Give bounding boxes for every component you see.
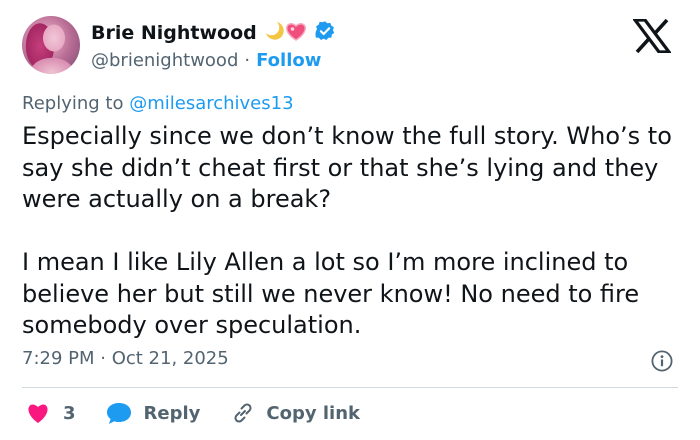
tweet-timestamp[interactable]: 7:29 PM · Oct 21, 2025: [22, 348, 229, 369]
heart-icon: [285, 23, 306, 41]
tweet-text: Especially since we don’t know the full …: [22, 122, 672, 339]
divider: [22, 387, 678, 388]
author-name[interactable]: Brie Nightwood: [91, 22, 257, 44]
replying-prefix: Replying to: [22, 93, 130, 114]
info-icon[interactable]: [651, 350, 673, 372]
moon-icon: [265, 22, 284, 40]
reply-label: Reply: [143, 402, 201, 424]
link-icon: [234, 403, 252, 423]
avatar[interactable]: [22, 16, 80, 74]
like-count: 3: [63, 402, 76, 424]
reply-mention-link[interactable]: @milesarchives13: [129, 93, 293, 114]
like-button[interactable]: 3: [26, 402, 76, 424]
replying-to: Replying to @milesarchives13: [22, 93, 294, 114]
copy-link-button[interactable]: Copy link: [231, 401, 360, 425]
action-bar: 3 Reply Copy link: [26, 400, 360, 426]
author-row: Brie Nightwood: [91, 20, 336, 46]
reply-button[interactable]: Reply: [106, 401, 201, 425]
copy-link-label: Copy link: [266, 402, 360, 424]
separator-dot: ·: [244, 49, 251, 71]
handle-row: @brienightwood · Follow: [91, 48, 321, 72]
x-logo-icon[interactable]: [631, 18, 673, 54]
author-handle[interactable]: @brienightwood: [91, 50, 238, 71]
follow-button[interactable]: Follow: [256, 50, 321, 71]
name-emoji: [264, 20, 308, 46]
reply-bubble-icon: [106, 403, 131, 424]
verified-badge-icon: [314, 20, 336, 46]
like-heart-icon: [28, 404, 48, 423]
